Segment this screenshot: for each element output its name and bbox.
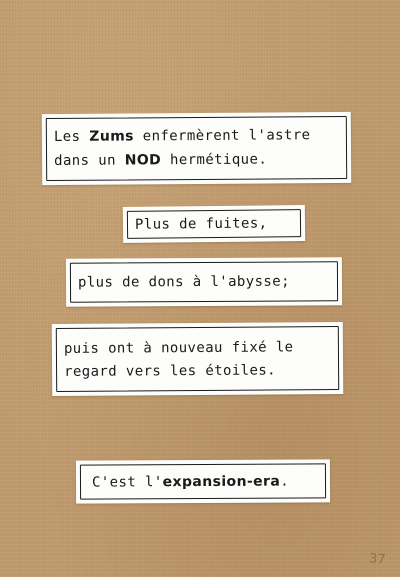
text-strip-etoiles: puis ont à nouveau fixé le regard vers l… <box>51 321 344 397</box>
strip-line: C'est l'expansion-era. <box>91 473 322 491</box>
line-text: enfermèrent l'astre <box>133 127 311 145</box>
line-text: plus de dons à l'abysse; <box>77 273 290 291</box>
strip-line: plus de dons à l'abysse; <box>77 273 334 291</box>
line-text: C'est l' <box>91 474 163 491</box>
strip-frame <box>55 326 340 392</box>
line-text: hermétique. <box>161 151 268 169</box>
strip-line: Les Zums enfermèrent l'astre <box>53 127 343 145</box>
strip-line: regard vers les étoiles. <box>64 362 335 380</box>
text-strip-zums: Les Zums enfermèrent l'astre dans un NOD… <box>41 111 352 186</box>
strip-line: puis ont à nouveau fixé le <box>63 339 335 357</box>
emphasis-word: expansion-era <box>162 473 281 491</box>
text-strip-expansion: C'est l'expansion-era. <box>75 459 331 504</box>
collage-page: Les Zums enfermèrent l'astre dans un NOD… <box>0 0 400 577</box>
strip-line: dans un NOD hermétique. <box>54 151 343 169</box>
strip-line: Plus de fuites, <box>134 215 297 233</box>
strip-frame <box>45 115 348 182</box>
line-text: regard vers les étoiles. <box>64 362 277 380</box>
line-text: . <box>280 473 290 490</box>
emphasis-word: NOD <box>124 152 162 169</box>
page-number: 37 <box>368 551 387 568</box>
text-strip-fuites: Plus de fuites, <box>122 205 306 243</box>
emphasis-word: Zums <box>89 128 134 145</box>
line-text: Plus de fuites, <box>134 215 268 233</box>
line-text: Les <box>53 128 90 145</box>
text-strip-abysse: plus de dons à l'abysse; <box>65 257 343 307</box>
line-text: puis ont à nouveau fixé le <box>63 339 294 357</box>
line-text: dans un <box>54 152 125 169</box>
